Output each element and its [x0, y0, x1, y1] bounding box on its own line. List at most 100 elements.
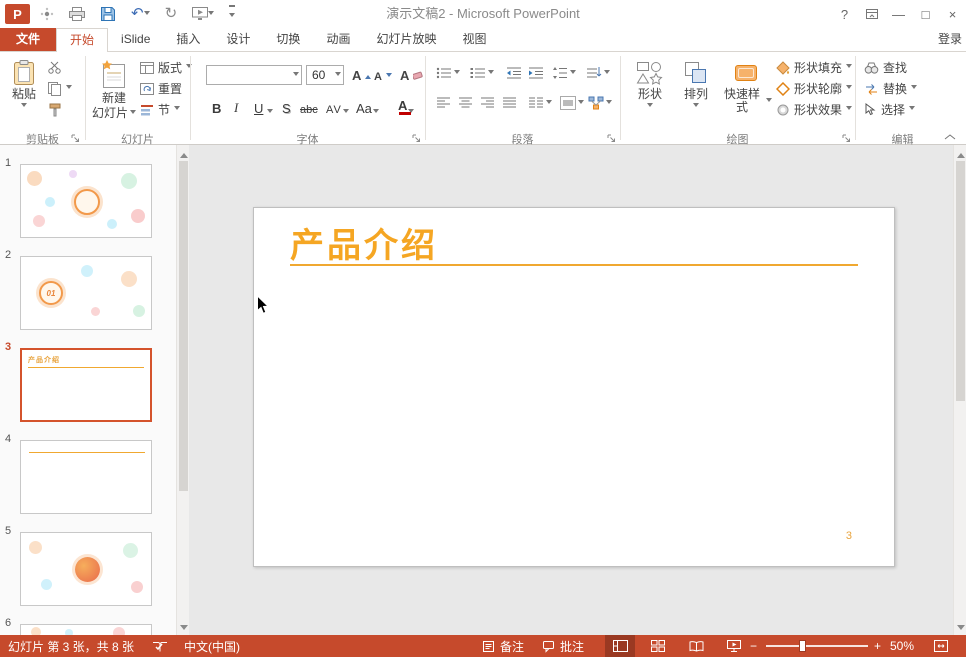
scroll-down-icon[interactable]: [180, 625, 188, 634]
slide-thumbnail-5[interactable]: [20, 532, 152, 606]
scroll-down-icon[interactable]: [957, 625, 965, 634]
shape-effects-button[interactable]: 形状效果: [776, 100, 853, 119]
fit-to-window-button[interactable]: [926, 635, 956, 657]
shapes-button[interactable]: 形状: [628, 55, 672, 131]
tab-insert[interactable]: 插入: [163, 28, 213, 51]
clipboard-dialog-launcher-icon[interactable]: [71, 132, 81, 142]
strikethrough-button[interactable]: abc: [300, 96, 318, 116]
customize-qat-icon[interactable]: [229, 5, 236, 23]
tab-slideshow[interactable]: 幻灯片放映: [363, 28, 449, 51]
help-icon[interactable]: ?: [831, 1, 858, 27]
tab-view[interactable]: 视图: [449, 28, 499, 51]
layout-button[interactable]: 版式: [140, 58, 193, 77]
copy-button[interactable]: [48, 79, 72, 98]
paragraph-dialog-launcher-icon[interactable]: [607, 132, 617, 142]
spellcheck-button[interactable]: [152, 635, 168, 657]
sign-in-link[interactable]: 登录: [934, 28, 966, 50]
new-slide-button[interactable]: 新建 幻灯片: [90, 55, 138, 131]
find-button[interactable]: 查找: [864, 58, 907, 77]
reset-button[interactable]: 重置: [140, 79, 182, 98]
slide-thumbnail-1[interactable]: [20, 164, 152, 238]
touch-mode-icon[interactable]: [40, 5, 54, 23]
character-spacing-button[interactable]: AV: [326, 96, 349, 116]
slide-thumbnail-2[interactable]: 01: [20, 256, 152, 330]
shrink-font-button[interactable]: A: [374, 67, 392, 86]
align-center-button[interactable]: [458, 96, 473, 110]
redo-button[interactable]: ↻: [165, 5, 178, 23]
undo-dropdown-icon[interactable]: [143, 10, 150, 18]
bullets-button[interactable]: [436, 66, 460, 80]
slideshow-view-button[interactable]: [719, 635, 749, 657]
slide-thumbnail-6[interactable]: [20, 624, 152, 635]
quick-styles-button[interactable]: 快速样式: [720, 55, 772, 131]
shape-fill-button[interactable]: 形状填充: [776, 58, 853, 77]
normal-view-button[interactable]: [605, 635, 635, 657]
format-painter-button[interactable]: [48, 100, 62, 119]
print-icon[interactable]: [69, 5, 85, 23]
text-shadow-button[interactable]: S: [282, 96, 291, 116]
slide-counter[interactable]: 幻灯片 第 3 张，共 8 张: [8, 635, 134, 657]
align-text-button[interactable]: [560, 96, 584, 110]
line-spacing-button[interactable]: [552, 66, 576, 80]
clear-formatting-button[interactable]: A: [400, 66, 424, 85]
tab-transitions[interactable]: 切换: [263, 28, 313, 51]
slide-title-text[interactable]: 产品介绍: [290, 218, 438, 267]
paste-button[interactable]: 粘贴: [4, 55, 44, 131]
close-icon[interactable]: ×: [939, 1, 966, 27]
tab-islide[interactable]: iSlide: [108, 28, 163, 51]
minimize-icon[interactable]: —: [885, 1, 912, 27]
change-case-button[interactable]: Aa: [356, 96, 379, 116]
font-dialog-launcher-icon[interactable]: [412, 132, 422, 142]
powerpoint-logo-icon[interactable]: P: [5, 4, 30, 24]
columns-button[interactable]: [528, 96, 552, 110]
underline-button[interactable]: U: [254, 96, 274, 116]
section-button[interactable]: 节: [140, 100, 181, 119]
save-icon[interactable]: [100, 5, 116, 23]
bold-button[interactable]: B: [212, 96, 221, 116]
start-slideshow-button[interactable]: [192, 5, 215, 23]
grow-font-button[interactable]: A: [352, 66, 372, 85]
cut-button[interactable]: [48, 58, 61, 77]
tab-design[interactable]: 设计: [213, 28, 263, 51]
tab-home[interactable]: 开始: [56, 28, 109, 52]
canvas-scrollbar[interactable]: [953, 145, 966, 635]
font-color-button[interactable]: A: [398, 96, 415, 116]
drawing-dialog-launcher-icon[interactable]: [842, 132, 852, 142]
font-size-combobox[interactable]: 60: [306, 65, 344, 85]
slideshow-dropdown-icon[interactable]: [208, 10, 215, 18]
reading-view-button[interactable]: [681, 635, 711, 657]
zoom-slider-track[interactable]: [766, 645, 868, 647]
tab-animations[interactable]: 动画: [313, 28, 363, 51]
slide-thumbnail-3-selected[interactable]: 产品介绍: [20, 348, 152, 422]
canvas-scrollbar-thumb[interactable]: [956, 161, 965, 401]
zoom-percentage[interactable]: 50%: [890, 635, 914, 657]
language-indicator[interactable]: 中文(中国): [184, 635, 240, 657]
slide-canvas[interactable]: 产品介绍 3: [189, 145, 953, 635]
font-name-combobox[interactable]: [206, 65, 302, 85]
select-button[interactable]: 选择: [864, 100, 916, 119]
slide-sorter-view-button[interactable]: [643, 635, 673, 657]
text-direction-button[interactable]: [586, 66, 610, 80]
maximize-icon[interactable]: □: [912, 1, 939, 27]
collapse-ribbon-icon[interactable]: [944, 130, 956, 144]
numbering-button[interactable]: [470, 66, 494, 80]
tab-file[interactable]: 文件: [0, 28, 57, 51]
shape-outline-button[interactable]: 形状轮廓: [776, 79, 853, 98]
thumbnail-scrollbar[interactable]: [176, 145, 189, 635]
increase-indent-button[interactable]: [528, 66, 544, 80]
undo-button[interactable]: ↶: [131, 5, 150, 23]
paste-dropdown-icon[interactable]: [21, 103, 27, 110]
italic-button[interactable]: I: [234, 96, 238, 116]
ribbon-display-options-icon[interactable]: [858, 1, 885, 27]
scroll-up-icon[interactable]: [957, 149, 965, 158]
arrange-button[interactable]: 排列: [674, 55, 718, 131]
slide-thumbnail-4[interactable]: [20, 440, 152, 514]
convert-smartart-button[interactable]: [588, 96, 612, 110]
comments-button[interactable]: 批注: [542, 635, 584, 657]
justify-button[interactable]: [502, 96, 517, 110]
scroll-up-icon[interactable]: [180, 149, 188, 158]
align-left-button[interactable]: [436, 96, 451, 110]
zoom-in-button[interactable]: +: [874, 635, 881, 657]
thumbnail-scrollbar-thumb[interactable]: [179, 161, 188, 491]
notes-button[interactable]: 备注: [482, 635, 524, 657]
